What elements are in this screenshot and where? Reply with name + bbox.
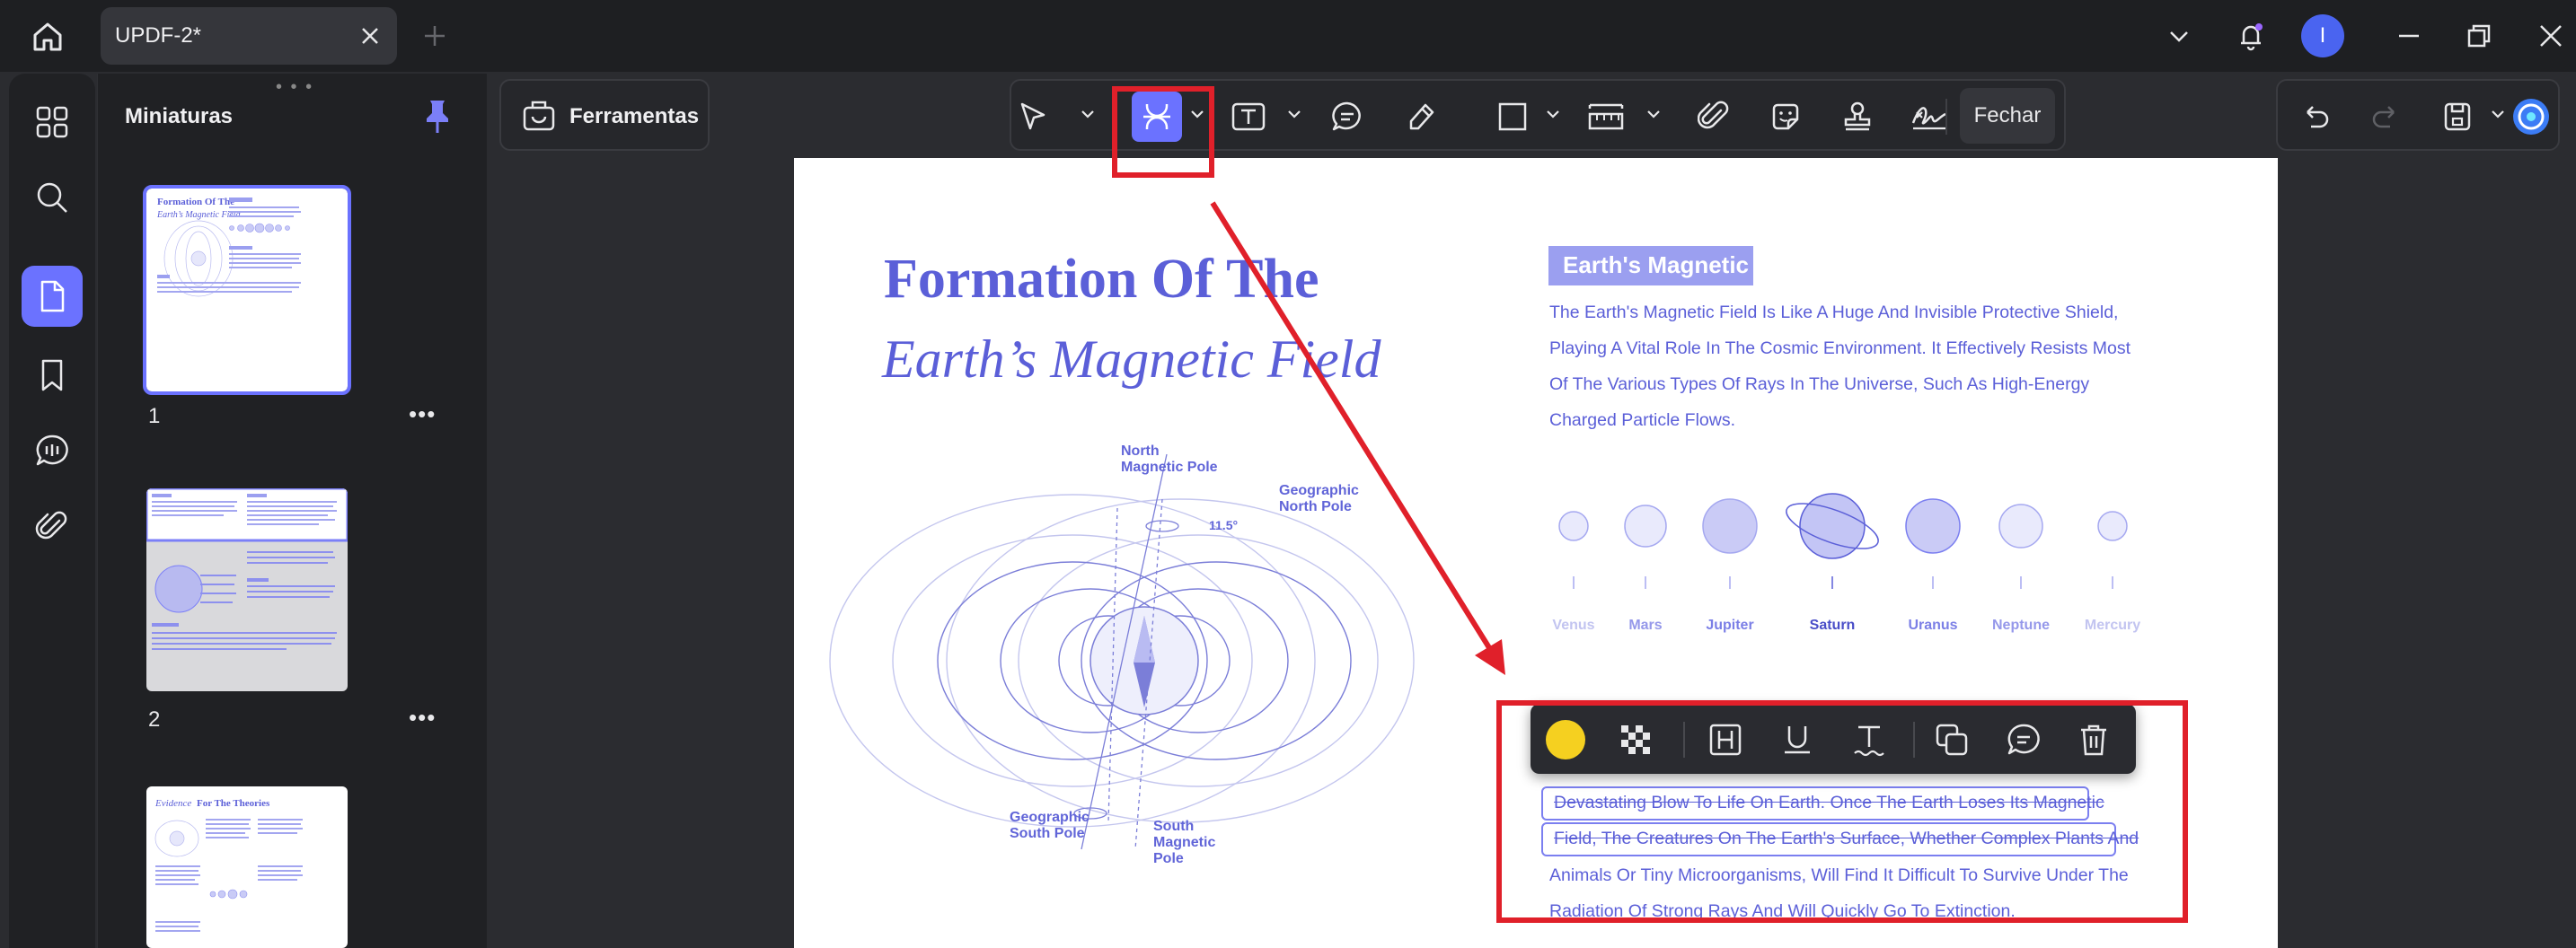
more-options-icon[interactable]: ••• <box>409 704 436 732</box>
more-options-icon[interactable]: ••• <box>409 400 436 428</box>
panel-resize-grip[interactable]: • • • <box>276 77 313 98</box>
bookmark-icon[interactable] <box>22 345 83 406</box>
thumbnails-panel: • • • Miniaturas Formation Of The Earth’… <box>97 74 487 948</box>
home-icon[interactable] <box>27 16 68 57</box>
panel-title: Miniaturas <box>125 104 234 128</box>
text-box-icon[interactable] <box>1223 92 1274 142</box>
page-number-1: 1 <box>148 404 161 428</box>
comment-list-icon[interactable] <box>22 420 83 481</box>
comment-icon[interactable] <box>1322 92 1372 142</box>
toolbar-divider <box>1945 99 1947 135</box>
text-line: The Earth's Magnetic Field Is Like A Hug… <box>1549 303 2119 322</box>
rectangle-shape-icon[interactable] <box>1487 92 1538 142</box>
restore-icon[interactable] <box>2457 14 2501 57</box>
save-icon[interactable] <box>2432 92 2483 142</box>
planets-illustration <box>1558 493 2128 589</box>
minimize-icon[interactable] <box>2387 14 2430 57</box>
sticker-icon[interactable] <box>1760 92 1811 142</box>
page-title-line-2: Earth’s Magnetic Field <box>882 329 1381 389</box>
intro-paragraph: The Earth's Magnetic Field Is Like A Hug… <box>1549 294 2130 438</box>
section-badge: Earth's Magnetic <box>1548 246 1753 285</box>
attachment-icon[interactable] <box>22 496 83 557</box>
planet-label-mercury: Mercury <box>2084 618 2141 633</box>
redo-icon[interactable] <box>2360 92 2411 142</box>
avatar[interactable]: I <box>2301 14 2344 57</box>
close-window-icon[interactable] <box>2529 14 2572 57</box>
document-tab[interactable]: UPDF-2* <box>101 7 397 65</box>
pin-icon[interactable] <box>419 97 455 136</box>
tools-label: Ferramentas <box>569 104 700 128</box>
page-number-2: 2 <box>148 707 161 732</box>
stamp-icon[interactable] <box>1832 92 1883 142</box>
close-tool-button[interactable]: Fechar <box>1960 88 2055 144</box>
history-save-group <box>2276 79 2560 151</box>
svg-text:For The Theories: For The Theories <box>197 798 270 809</box>
chevron-down-icon[interactable] <box>1645 106 1662 122</box>
toolbox-icon <box>521 97 557 133</box>
geographic-south-pole-label: Geographic South Pole <box>1010 810 1090 841</box>
notification-bell-icon[interactable] <box>2229 14 2272 57</box>
svg-text:Formation Of The: Formation Of The <box>157 197 234 207</box>
title-bar: UPDF-2* I <box>0 0 2576 72</box>
ai-assistant-icon[interactable] <box>2506 92 2556 142</box>
tilt-angle-label: 11.5° <box>1209 518 1239 532</box>
planet-label-saturn: Saturn <box>1809 618 1856 633</box>
callout-box-tool <box>1112 86 1214 178</box>
thumbnails-page-icon[interactable] <box>22 266 83 327</box>
grid-icon[interactable] <box>22 92 83 153</box>
svg-text:Evidence: Evidence <box>154 798 191 809</box>
close-icon[interactable] <box>359 25 381 47</box>
chevron-down-icon[interactable] <box>2490 106 2506 122</box>
attach-file-icon[interactable] <box>1689 92 1739 142</box>
add-tab-icon[interactable] <box>419 20 451 52</box>
magnetic-field-diagram <box>829 453 1415 850</box>
callout-box-text <box>1496 700 2188 923</box>
chevron-down-icon[interactable] <box>1286 106 1302 122</box>
planet-label-jupiter: Jupiter <box>1706 618 1754 633</box>
select-cursor-icon[interactable] <box>1008 92 1058 142</box>
highlighter-icon[interactable] <box>1396 92 1446 142</box>
north-magnetic-pole-label: North Magnetic Pole <box>1121 443 1218 475</box>
text-line: Charged Particle Flows. <box>1549 410 1735 430</box>
chevron-down-icon[interactable] <box>1545 106 1561 122</box>
tab-title: UPDF-2* <box>115 23 202 48</box>
text-line: Playing A Vital Role In The Cosmic Envir… <box>1549 338 2131 358</box>
page-thumbnail-1[interactable]: Formation Of The Earth’s Magnetic Field <box>143 185 351 395</box>
page-thumbnail-2[interactable] <box>146 488 348 691</box>
undo-icon[interactable] <box>2290 92 2341 142</box>
page-title-line-1: Formation Of The <box>884 249 1319 310</box>
south-magnetic-pole-label: South Magnetic Pole <box>1153 819 1216 866</box>
left-rail <box>9 74 95 948</box>
tools-button[interactable]: Ferramentas <box>499 79 710 151</box>
svg-text:Earth’s Magnetic Field: Earth’s Magnetic Field <box>156 210 242 220</box>
chevron-down-icon[interactable] <box>2157 14 2201 57</box>
measure-ruler-icon[interactable] <box>1581 92 1631 142</box>
page-thumbnail-3[interactable]: Evidence For The Theories <box>146 786 348 948</box>
text-line: Of The Various Types Of Rays In The Univ… <box>1549 374 2090 394</box>
geographic-north-pole-label: Geographic North Pole <box>1279 483 1359 514</box>
search-icon[interactable] <box>22 167 83 228</box>
chevron-down-icon[interactable] <box>1080 106 1096 122</box>
